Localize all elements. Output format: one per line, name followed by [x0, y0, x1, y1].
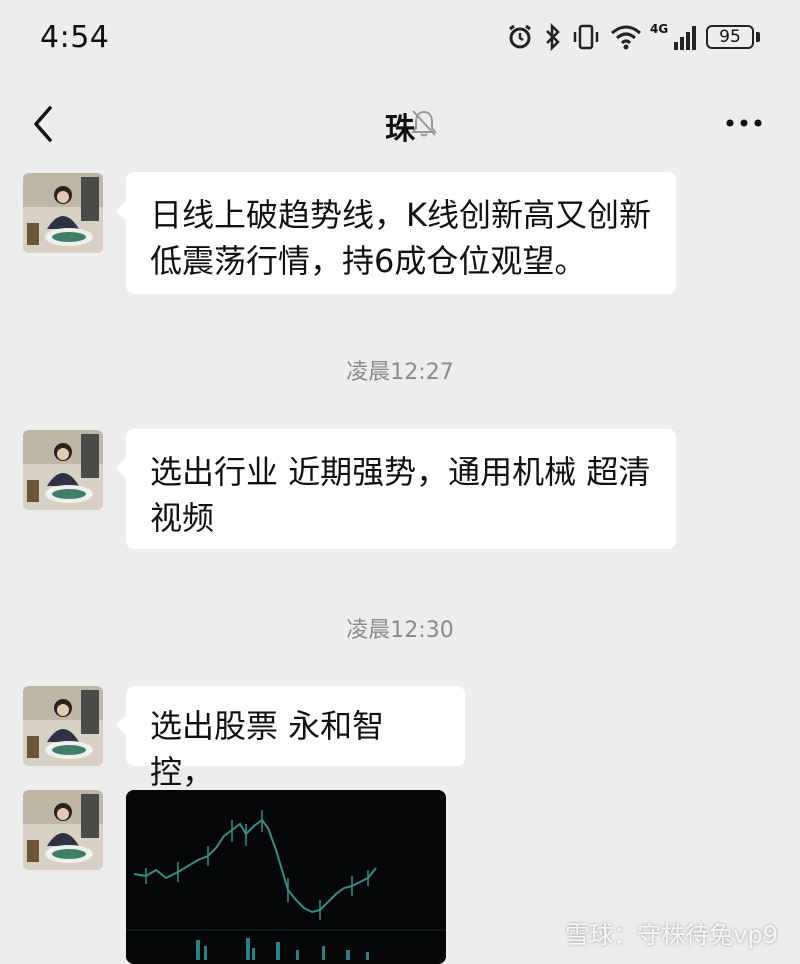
message-timestamp: 凌晨12:30 — [346, 618, 454, 643]
avatar[interactable] — [23, 686, 103, 766]
alarm-icon — [509, 24, 531, 49]
watermark: 雪球：守株待兔vp9 — [565, 915, 778, 950]
vibrate-icon — [573, 24, 599, 50]
message-bubble[interactable]: 选出行业 近期强势，通用机械 超清视频 — [116, 429, 676, 549]
battery-icon: 95 — [706, 25, 760, 49]
status-bar: 4:54 4G 95 — [0, 0, 800, 78]
chat-header: 珠 — [0, 78, 800, 170]
status-time: 4:54 — [40, 20, 110, 55]
avatar[interactable] — [23, 790, 103, 870]
network-type: 4G — [650, 22, 669, 36]
battery-level: 95 — [706, 25, 754, 49]
more-horizontal-icon[interactable] — [724, 108, 764, 138]
wifi-icon — [611, 25, 641, 50]
avatar[interactable] — [23, 173, 103, 253]
status-icons: 4G 95 — [506, 20, 760, 54]
chat-title: 珠 — [385, 112, 415, 147]
message-timestamp: 凌晨12:27 — [346, 360, 454, 385]
signal-icon: 4G — [650, 22, 696, 50]
message-bubble[interactable]: 选出股票 永和智控， — [116, 686, 465, 791]
avatar[interactable] — [23, 430, 103, 510]
bluetooth-icon — [546, 23, 560, 51]
bell-muted-icon — [411, 110, 437, 137]
stock-chart-image[interactable] — [126, 790, 446, 964]
message-bubble[interactable]: 日线上破趋势线，K线创新高又创新低震荡行情，持6成仓位观望。 — [116, 172, 676, 294]
watermark-text: 雪球：守株待兔vp9 — [565, 921, 778, 949]
